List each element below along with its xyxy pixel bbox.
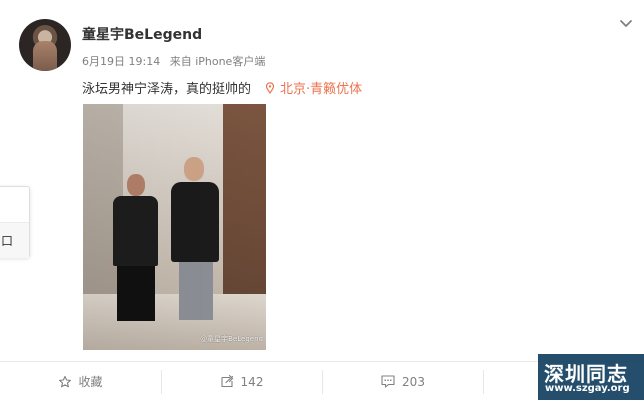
post-meta: 6月19日 19:14 来自 iPhone客户端 — [82, 53, 271, 69]
favorite-label: 收藏 — [78, 375, 103, 389]
post-source[interactable]: 来自 iPhone客户端 — [170, 55, 266, 68]
location-pin-icon — [265, 81, 275, 94]
post-photo[interactable]: @童星宇BeLegend — [83, 104, 266, 350]
photo-watermark: @童星宇BeLegend — [200, 335, 263, 343]
post-text-row: 泳坛男神宁泽涛，真的挺帅的 北京·青籁优体 — [82, 78, 362, 97]
comment-button[interactable]: 203 — [322, 362, 483, 401]
star-icon — [59, 375, 72, 387]
favorite-button[interactable]: 收藏 — [0, 362, 161, 401]
site-watermark: 深圳同志 www.szgay.org — [538, 354, 644, 400]
floating-menu-glyph: 口 — [1, 234, 14, 248]
post-author[interactable]: 童星宇BeLegend — [82, 24, 202, 44]
post-date[interactable]: 6月19日 19:14 — [82, 55, 160, 68]
comment-icon — [381, 375, 395, 388]
avatar[interactable] — [19, 19, 71, 71]
floating-menu[interactable]: 口 — [0, 186, 30, 258]
floating-menu-item[interactable] — [0, 187, 29, 222]
chevron-down-icon[interactable] — [616, 14, 636, 34]
location-tag[interactable]: 北京·青籁优体 — [265, 78, 362, 97]
comment-count: 203 — [402, 374, 425, 389]
photo-overlay — [83, 104, 266, 350]
avatar-image — [33, 41, 57, 71]
location-text: 北京·青籁优体 — [280, 82, 363, 97]
repost-icon — [220, 374, 233, 388]
repost-button[interactable]: 142 — [161, 362, 322, 401]
floating-menu-item-selected[interactable]: 口 — [0, 222, 29, 258]
post-text: 泳坛男神宁泽涛，真的挺帅的 — [82, 82, 252, 97]
site-watermark-url: www.szgay.org — [545, 383, 630, 394]
repost-count: 142 — [240, 374, 264, 389]
